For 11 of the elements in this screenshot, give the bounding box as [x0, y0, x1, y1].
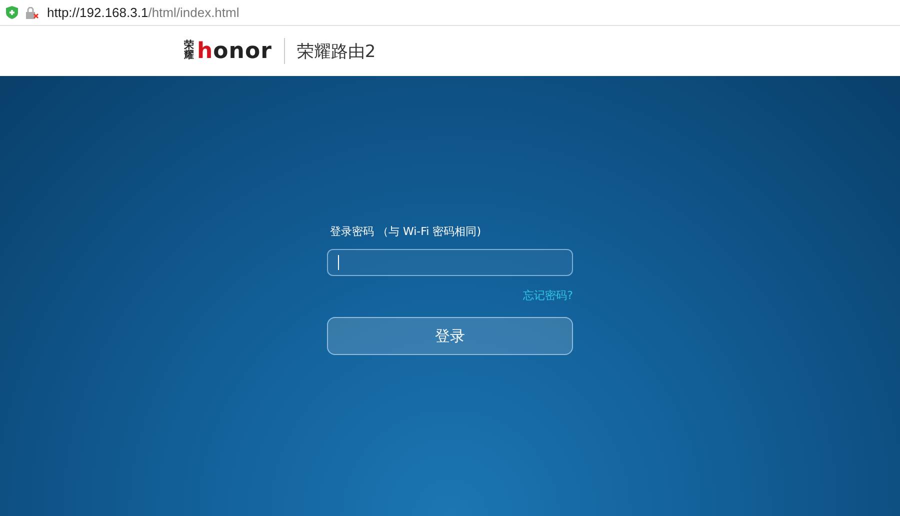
text-cursor — [338, 255, 339, 270]
logo-mark: 荣耀 — [184, 40, 194, 62]
address-field[interactable]: http://192.168.3.1/html/index.html — [47, 5, 240, 20]
logo-wordmark: honor — [197, 38, 272, 64]
login-button[interactable]: 登录 — [327, 317, 573, 355]
password-label: 登录密码 （与 Wi-Fi 密码相同) — [330, 224, 482, 239]
password-field[interactable] — [327, 249, 573, 276]
forgot-password-link[interactable]: 忘记密码? — [523, 288, 573, 303]
shield-icon[interactable] — [6, 6, 18, 19]
product-title: 荣耀路由2 — [296, 40, 376, 62]
lock-icon[interactable] — [26, 6, 39, 18]
